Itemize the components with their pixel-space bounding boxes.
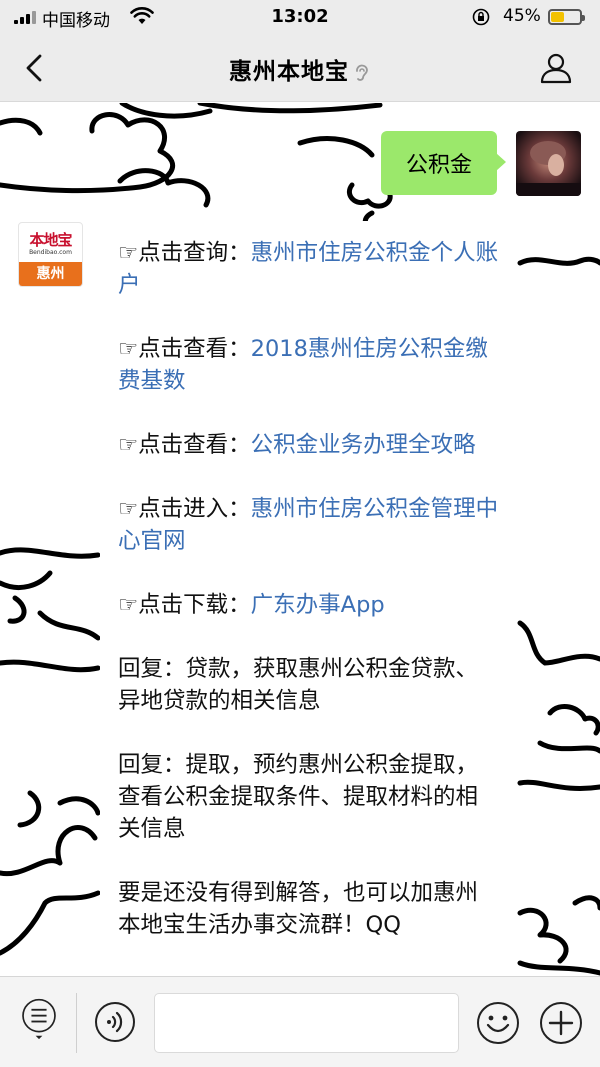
business-guide-link[interactable]: 公积金业务办理全攻略 [251,432,476,458]
reply-withdraw-text: 回复：提取，预约惠州公积金提取，查看公积金提取条件、提取材料的相关信息 [118,752,479,842]
input-divider [76,993,77,1053]
status-bar: 中国移动 13:02 45% [0,0,600,34]
download-app-link[interactable]: 广东办事App [251,592,385,618]
profile-icon[interactable] [536,48,576,88]
incoming-message-bubble: ☞点击查询：惠州市住房公积金个人账户 ☞点击查看：2018惠州住房公积金缴费基数… [91,221,515,976]
message-item: ☞点击进入：惠州市住房公积金管理中心官网 [118,493,499,557]
voice-icon[interactable] [94,1001,136,1043]
item-prefix: ☞点击查看： [118,336,251,362]
chat-title: 惠州本地宝 [0,52,600,86]
message-item: ☞点击查看：公积金业务办理全攻略 [118,429,499,461]
message-item: ☞点击查询：惠州市住房公积金个人账户 [118,237,499,301]
chat-area[interactable]: 公积金 本地宝 Bendibao.com 惠州 ☞点击查询：惠州市住房公积金个人… [0,103,600,976]
message-item: ☞点击下载：广东办事App [118,589,499,621]
avatar-logo-band: 惠州 [19,262,82,286]
join-group-text: 要是还没有得到解答，也可以加惠州本地宝生活办事交流群！QQ [118,880,479,938]
avatar-logo-subtext: Bendibao.com [29,249,72,256]
battery-icon [548,9,585,25]
avatar-logo-text: 本地宝 [29,231,72,249]
menu-list-icon[interactable] [18,998,60,1040]
listen-icon [356,64,368,81]
item-prefix: ☞点击进入： [118,496,251,522]
emoji-icon[interactable] [476,1001,520,1045]
battery-percent: 45% [503,6,541,26]
chat-title-text: 惠州本地宝 [229,59,349,85]
bendibao-avatar[interactable]: 本地宝 Bendibao.com 惠州 [18,222,83,287]
orientation-lock-icon [472,8,490,26]
plus-icon[interactable] [539,1001,583,1045]
input-bar [0,976,600,1067]
item-prefix: ☞点击下载： [118,592,251,618]
nav-bar: 惠州本地宝 [0,34,600,102]
message-item: ☞点击查看：2018惠州住房公积金缴费基数 [118,333,499,397]
reply-loan-text: 回复：贷款，获取惠州公积金贷款、异地贷款的相关信息 [118,656,479,714]
user-avatar[interactable] [516,131,581,196]
outgoing-message-bubble[interactable]: 公积金 [381,131,506,195]
outgoing-message-text: 公积金 [405,153,472,178]
item-prefix: ☞点击查询： [118,240,251,266]
message-input[interactable] [154,993,459,1053]
item-prefix: ☞点击查看： [118,432,251,458]
